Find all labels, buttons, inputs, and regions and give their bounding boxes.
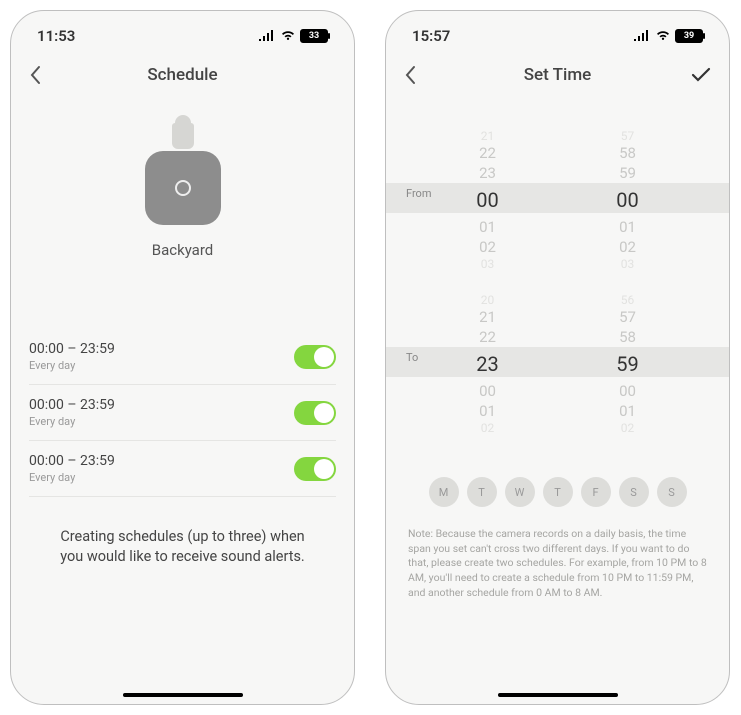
status-icons: 33: [258, 29, 328, 43]
camera-mount-icon: [172, 123, 194, 149]
schedule-freq: Every day: [29, 415, 115, 428]
set-time-screen: 15:57 39 Set Time From 21 22: [385, 10, 730, 705]
back-button[interactable]: [404, 65, 418, 85]
schedule-toggle[interactable]: [294, 401, 336, 425]
help-text: Creating schedules (up to three) when yo…: [29, 497, 336, 598]
camera-name: Backyard: [152, 241, 214, 259]
from-label: From: [406, 187, 431, 200]
from-minutes-wheel[interactable]: 57 58 59 00 01 02 03: [598, 129, 658, 269]
status-time: 11:53: [37, 27, 75, 45]
day-chip-mon[interactable]: M: [429, 477, 459, 507]
schedule-time: 00:00 – 23:59: [29, 397, 115, 413]
from-hours-wheel[interactable]: 21 22 23 00 01 02 03: [458, 129, 518, 269]
schedule-time: 00:00 – 23:59: [29, 453, 115, 469]
status-icons: 39: [633, 29, 703, 43]
day-chip-thu[interactable]: T: [543, 477, 573, 507]
confirm-button[interactable]: [691, 67, 711, 83]
day-chip-tue[interactable]: T: [467, 477, 497, 507]
to-time-picker[interactable]: To 20 21 22 23 00 01 02 56 57 58: [404, 293, 711, 433]
schedule-screen: 11:53 33 Schedule Backyard 00:00 – 23:59…: [10, 10, 355, 705]
schedule-item[interactable]: 00:00 – 23:59 Every day: [29, 385, 336, 441]
picker-note: Note: Because the camera records on a da…: [404, 527, 711, 600]
camera-lens-icon: [175, 180, 191, 196]
schedule-time: 00:00 – 23:59: [29, 341, 115, 357]
day-chip-fri[interactable]: F: [581, 477, 611, 507]
wifi-icon: [280, 30, 296, 42]
wifi-icon: [655, 30, 671, 42]
nav-title: Set Time: [386, 65, 729, 85]
schedule-item[interactable]: 00:00 – 23:59 Every day: [29, 329, 336, 385]
to-hours-wheel[interactable]: 20 21 22 23 00 01 02: [458, 293, 518, 433]
to-minutes-wheel[interactable]: 56 57 58 59 00 01 02: [598, 293, 658, 433]
from-time-picker[interactable]: From 21 22 23 00 01 02 03 57 58 59: [404, 129, 711, 269]
to-label: To: [406, 351, 418, 364]
back-button[interactable]: [29, 65, 43, 85]
day-selector: M T W T F S S: [404, 477, 711, 507]
signal-icon: [258, 30, 276, 42]
nav-bar: Set Time: [386, 51, 729, 99]
battery-icon: 33: [300, 29, 328, 43]
home-indicator[interactable]: [498, 693, 618, 697]
schedule-toggle[interactable]: [294, 457, 336, 481]
schedule-freq: Every day: [29, 359, 115, 372]
camera-body-icon: [145, 151, 221, 225]
schedule-item[interactable]: 00:00 – 23:59 Every day: [29, 441, 336, 497]
schedule-freq: Every day: [29, 471, 115, 484]
camera-illustration: Backyard: [29, 99, 336, 279]
status-bar: 15:57 39: [386, 11, 729, 51]
nav-title: Schedule: [11, 65, 354, 85]
schedule-toggle[interactable]: [294, 345, 336, 369]
battery-icon: 39: [675, 29, 703, 43]
status-time: 15:57: [412, 27, 450, 45]
home-indicator[interactable]: [123, 693, 243, 697]
day-chip-sun[interactable]: S: [657, 477, 687, 507]
schedule-list: 00:00 – 23:59 Every day 00:00 – 23:59 Ev…: [29, 329, 336, 497]
day-chip-sat[interactable]: S: [619, 477, 649, 507]
day-chip-wed[interactable]: W: [505, 477, 535, 507]
signal-icon: [633, 30, 651, 42]
status-bar: 11:53 33: [11, 11, 354, 51]
nav-bar: Schedule: [11, 51, 354, 99]
